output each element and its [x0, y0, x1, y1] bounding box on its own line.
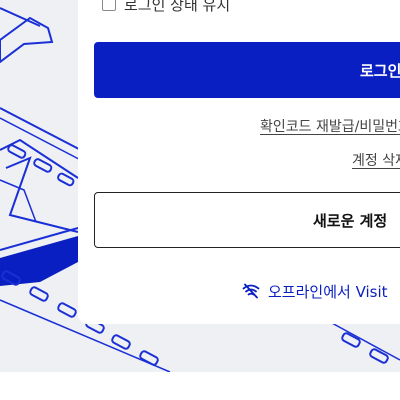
- login-button-label: 로그인: [360, 61, 400, 80]
- new-account-label: 새로운 계정: [313, 211, 388, 230]
- new-account-button[interactable]: 새로운 계정: [94, 192, 400, 248]
- offline-visit-link[interactable]: 오프라인에서 Visit: [242, 280, 388, 302]
- keep-logged-in-checkbox[interactable]: [102, 0, 116, 11]
- wifi-off-icon: [242, 283, 260, 299]
- keep-logged-in-label: 로그인 상태 유지: [124, 0, 231, 14]
- offline-visit-label: 오프라인에서 Visit: [268, 282, 388, 301]
- login-button[interactable]: 로그인: [94, 42, 400, 98]
- login-page: 로그인 상태 유지 로그인 확인코드 재발급/비밀번호 계정 삭제 새로운 계정…: [0, 0, 400, 400]
- keep-logged-in-row[interactable]: 로그인 상태 유지: [102, 0, 230, 14]
- reissue-code-link[interactable]: 확인코드 재발급/비밀번호: [260, 116, 400, 136]
- delete-account-link[interactable]: 계정 삭제: [352, 150, 400, 170]
